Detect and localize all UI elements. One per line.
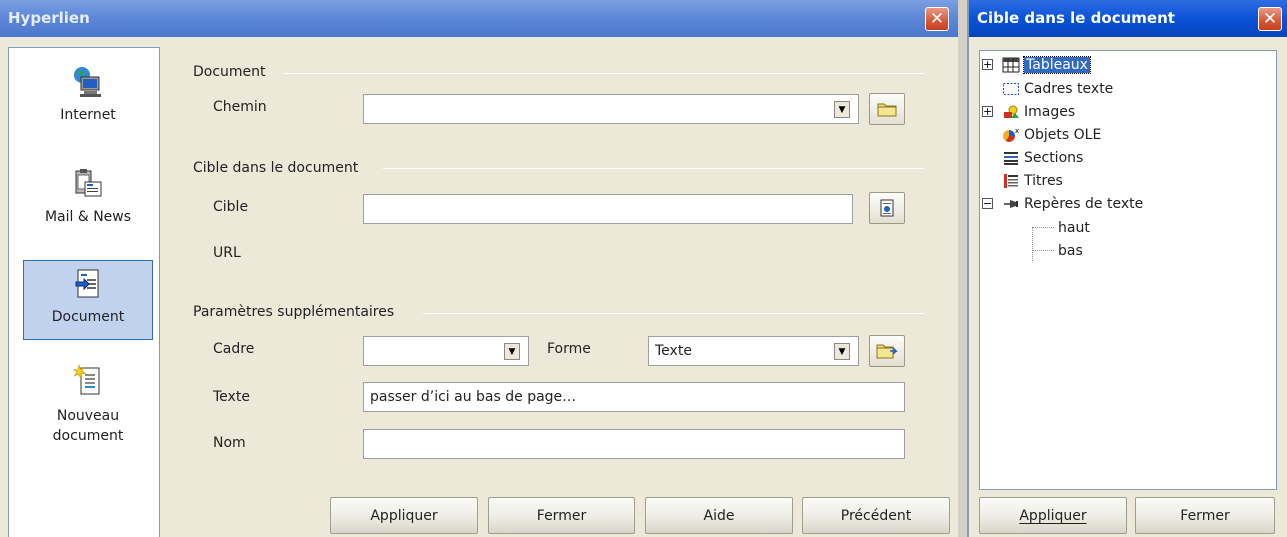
text-input[interactable]: passer d’ici au bas de page… [363,382,905,412]
section-extra-title: Paramètres supplémentaires [193,304,395,320]
tree-label-bas: bas [1058,243,1083,259]
category-new-document-label-line2: document [52,428,124,444]
tree-label-images: Images [1024,104,1076,120]
tree-item-sections[interactable]: Sections [982,147,1083,169]
tree-item-haut[interactable]: haut [1058,217,1090,239]
headings-icon [1004,174,1018,188]
folder-events-icon [876,344,898,359]
target-apply-label: Appliquer [1019,507,1087,524]
category-document-label: Document [51,309,125,325]
name-label: Nom [213,435,246,451]
section-document-title: Document [193,64,266,80]
collapse-reperes-icon[interactable]: − [982,198,993,209]
frame-label: Cadre [213,341,255,357]
events-button[interactable] [869,335,905,367]
hyperlink-close-icon[interactable]: ✕ [925,7,949,31]
section-target-title: Cible dans le document [193,160,359,176]
tree-item-tableaux[interactable]: + Tableaux [982,54,1091,76]
close-button[interactable]: Fermer [488,497,635,534]
clipboard-mail-icon [75,169,102,197]
hyperlink-titlebar[interactable]: Hyperlien ✕ [0,0,958,37]
open-file-button[interactable] [869,93,905,125]
tree-connector [1032,227,1033,261]
tree-item-cadres-texte[interactable]: Cadres texte [982,78,1113,100]
path-combobox[interactable]: ▼ [363,94,859,124]
target-label: Cible [213,199,249,215]
tree-label-sections: Sections [1024,150,1084,166]
tree-label-objets-ole: Objets OLE [1024,127,1102,143]
section-target-divider [383,168,924,169]
path-label: Chemin [213,99,267,115]
category-document[interactable]: Document [23,260,153,340]
text-label: Texte [213,389,250,405]
hyperlink-dialog: Hyperlien ✕ Internet Mail & News Documen… [0,0,958,537]
target-close-icon[interactable]: ✕ [1258,7,1282,31]
document-link-icon [75,269,99,298]
frame-combobox[interactable]: ▼ [363,336,529,366]
category-new-document-label-line1: Nouveau [56,408,120,424]
target-in-document-button[interactable] [869,192,905,224]
table-icon [1002,57,1020,73]
text-frame-icon [1003,83,1019,95]
tree-item-objets-ole[interactable]: x Objets OLE [982,124,1101,146]
category-internet[interactable]: Internet [23,58,153,150]
target-dialog-title: Cible dans le document [977,9,1175,27]
globe-computer-icon [74,67,101,97]
name-input[interactable] [363,429,905,459]
url-label: URL [213,245,241,261]
target-close-button[interactable]: Fermer [1135,497,1275,534]
form-value: Texte [655,343,692,359]
window-gap [958,0,967,537]
tree-label-titres: Titres [1024,173,1063,189]
tree-connector-haut [1032,227,1054,228]
category-mail-news[interactable]: Mail & News [23,160,153,252]
frame-dropdown-arrow-icon[interactable]: ▼ [504,343,520,360]
expand-images-icon[interactable]: + [982,106,993,117]
images-icon [1004,105,1019,118]
tree-label-haut: haut [1058,220,1090,236]
hyperlink-dialog-title: Hyperlien [8,9,90,27]
previous-button[interactable]: Précédent [802,497,950,534]
target-titlebar[interactable]: Cible dans le document ✕ [969,0,1287,37]
target-input[interactable] [363,194,853,224]
target-document-icon [880,199,894,217]
new-document-icon [73,364,100,395]
tree-connector-bas [1032,250,1054,251]
section-extra-divider [423,313,924,314]
svg-text:x: x [1015,127,1019,135]
tree-item-reperes-de-texte[interactable]: − Repères de texte [982,193,1143,215]
target-tree: + Tableaux Cadres texte + Images x Objet… [979,50,1277,490]
target-in-document-dialog: Cible dans le document ✕ + Tableaux Cadr… [967,0,1287,537]
section-document-divider [283,73,924,74]
sections-icon [1004,152,1018,165]
tree-label-tableaux: Tableaux [1023,56,1091,74]
hyperlink-type-list: Internet Mail & News Document Nouveau do… [8,47,160,537]
help-button[interactable]: Aide [645,497,793,534]
form-combobox[interactable]: Texte ▼ [648,336,859,366]
expand-tableaux-icon[interactable]: + [982,59,993,70]
form-dropdown-arrow-icon[interactable]: ▼ [834,343,850,360]
form-label: Forme [547,341,591,357]
tree-label-reperes-de-texte: Repères de texte [1024,196,1144,212]
path-dropdown-arrow-icon[interactable]: ▼ [834,101,850,118]
tree-item-images[interactable]: + Images [982,101,1075,123]
folder-icon [877,103,897,117]
category-new-document[interactable]: Nouveau document [23,358,153,466]
tree-item-titres[interactable]: Titres [982,170,1063,192]
tree-item-bas[interactable]: bas [1058,240,1083,262]
tree-label-cadres-texte: Cadres texte [1024,81,1114,97]
category-internet-label: Internet [60,107,116,123]
bookmark-icon [1004,200,1018,208]
apply-button[interactable]: Appliquer [330,497,478,534]
target-apply-button[interactable]: Appliquer [979,497,1127,534]
target-close-label: Fermer [1180,507,1230,524]
text-value: passer d’ici au bas de page… [370,389,577,405]
category-mail-news-label: Mail & News [44,209,132,225]
ole-object-icon: x [1003,127,1019,142]
